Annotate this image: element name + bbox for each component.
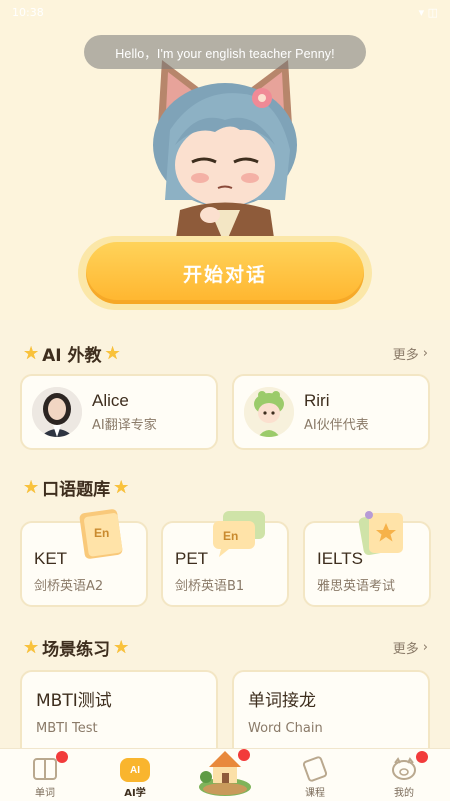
scene-subtitle: MBTI Test (36, 721, 98, 736)
chevron-right-icon: › (422, 640, 428, 655)
quiz-icon-text: En (94, 526, 109, 540)
greeting-bubble: Hello，I'm your english teacher Penny! (84, 35, 366, 69)
quiz-subtitle: 雅思英语考试 (317, 579, 396, 594)
scene-subtitle: Word Chain (248, 721, 323, 736)
notification-dot (238, 749, 250, 761)
quiz-subtitle: 剑桥英语B1 (175, 579, 245, 594)
teacher-card-alice[interactable]: Alice AI翻译专家 (20, 374, 218, 450)
status-time: 10:38 (12, 5, 44, 19)
tab-label: AI学 (124, 788, 146, 799)
section-header-ai-teachers: ★ AI 外教 ★ (20, 340, 124, 366)
teacher-avatar-alice (32, 387, 82, 437)
teacher-role: AI翻译专家 (92, 418, 157, 433)
quiz-icon-text: En (223, 529, 238, 543)
scene-card-mbti[interactable]: MBTI测试 MBTI Test (20, 670, 218, 760)
teacher-card-riri[interactable]: Riri AI伙伴代表 (232, 374, 430, 450)
book-icon (33, 758, 57, 780)
book-en-icon: En (79, 509, 123, 559)
status-icons: ▾ ◫ (418, 5, 438, 19)
star-icon: ★ (104, 342, 121, 364)
quiz-card-ket[interactable]: En KET 剑桥英语A2 (20, 509, 148, 607)
notebook-star-icon (358, 511, 403, 556)
quiz-subtitle: 剑桥英语A2 (34, 579, 104, 594)
more-link-scenes[interactable]: 更多 › (393, 638, 428, 657)
course-icon (302, 756, 328, 782)
section-header-oral-bank: ★ 口语题库 ★ (20, 474, 132, 500)
tab-label: 课程 (305, 788, 325, 799)
notification-dot (416, 751, 428, 763)
teacher-name: Alice (92, 391, 129, 410)
ai-bear-icon: AI (120, 758, 150, 782)
bottom-tab-bar: 单词 AI AI学 课程 我的 (0, 748, 450, 801)
pig-icon (392, 757, 416, 780)
star-icon: ★ (23, 476, 40, 498)
star-icon: ★ (23, 342, 40, 364)
start-conversation-button[interactable]: 开始对话 (86, 242, 364, 304)
teacher-name: Riri (304, 391, 330, 410)
more-label: 更多 (392, 348, 419, 363)
teacher-avatar-riri (244, 387, 294, 437)
more-label: 更多 (392, 642, 419, 657)
chat-en-icon: En (213, 511, 265, 557)
notification-dot (56, 751, 68, 763)
quiz-card-ielts[interactable]: IELTS 雅思英语考试 (303, 511, 431, 607)
scene-title: MBTI测试 (36, 691, 112, 711)
teacher-penny-avatar (153, 60, 297, 245)
teacher-role: AI伙伴代表 (304, 418, 369, 433)
tab-ai-learn[interactable]: AI AI学 (105, 753, 165, 799)
section-header-scenes: ★ 场景练习 ★ (20, 634, 132, 660)
quiz-card-pet[interactable]: En PET 剑桥英语B1 (161, 511, 289, 607)
section-title-ai-teachers: AI 外教 (42, 345, 102, 366)
star-icon: ★ (113, 636, 130, 658)
chevron-right-icon: › (422, 346, 428, 361)
tab-course[interactable]: 课程 (285, 753, 345, 799)
section-title-scenes: 场景练习 (42, 639, 111, 660)
star-icon: ★ (23, 636, 40, 658)
tab-label: 我的 (394, 788, 414, 799)
section-title-oral-bank: 口语题库 (42, 479, 111, 500)
ai-badge-text: AI (130, 764, 140, 776)
scene-card-word-chain[interactable]: 单词接龙 Word Chain (232, 670, 430, 760)
more-link-ai-teachers[interactable]: 更多 › (393, 344, 428, 363)
star-icon: ★ (113, 476, 130, 498)
scene-title: 单词接龙 (248, 691, 316, 711)
status-bar: 10:38 ▾ ◫ (0, 0, 450, 24)
tab-label: 单词 (35, 788, 55, 799)
